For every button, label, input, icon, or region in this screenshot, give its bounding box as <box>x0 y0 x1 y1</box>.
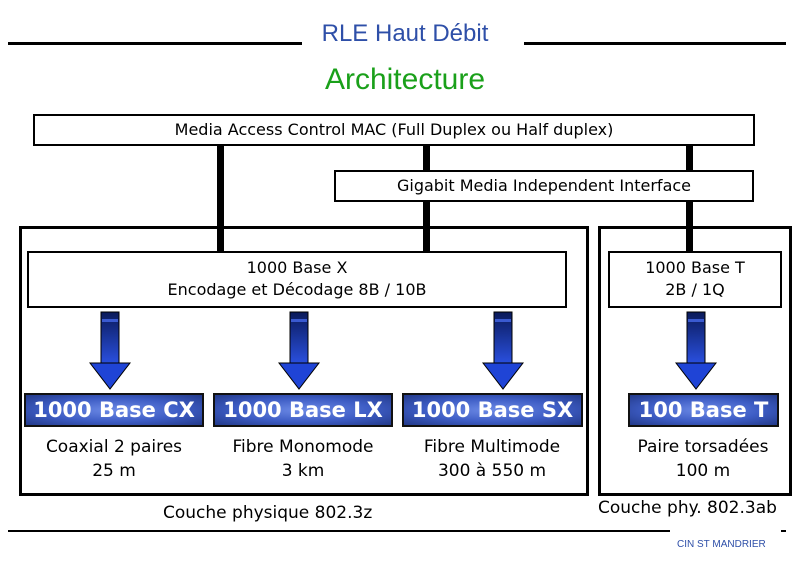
media-1000-base-cx: 1000 Base CX <box>24 393 204 427</box>
media-desc-line: Fibre Monomode <box>232 437 374 457</box>
media-desc-lx: Fibre Monomode 3 km <box>213 435 393 483</box>
arrow-down-icon <box>88 311 132 390</box>
media-100-base-t: 100 Base T <box>628 393 779 427</box>
media-desc-line: Fibre Multimode <box>423 437 561 457</box>
footer-rule-tick <box>781 530 786 532</box>
media-1000-base-lx: 1000 Base LX <box>213 393 393 427</box>
media-desc-cx: Coaxial 2 paires 25 m <box>24 435 204 483</box>
media-desc-line: Paire torsadées <box>637 437 769 457</box>
arrow-down-icon <box>481 311 525 390</box>
brand-label: CIN ST MANDRIER <box>677 539 766 550</box>
base-x-title: 1000 Base X <box>246 258 348 277</box>
gmii-layer-box: Gigabit Media Independent Interface <box>334 170 754 202</box>
base-t-box: 1000 Base T 2B / 1Q <box>608 251 782 308</box>
media-1000-base-sx: 1000 Base SX <box>402 393 583 427</box>
base-t-title: 1000 Base T <box>645 258 745 277</box>
base-x-encoding: Encodage et Décodage 8B / 10B <box>167 280 427 299</box>
base-x-box: 1000 Base X Encodage et Décodage 8B / 10… <box>27 251 567 308</box>
section-title: Architecture <box>324 63 486 96</box>
mac-layer-box: Media Access Control MAC (Full Duplex ou… <box>33 114 755 146</box>
footer-rule <box>8 530 670 532</box>
header-rule-right <box>524 42 786 45</box>
arrow-down-icon <box>674 311 718 390</box>
media-desc-line: 100 m <box>675 461 731 481</box>
media-desc-line: 300 à 550 m <box>437 461 547 481</box>
mac-layer-label: Media Access Control MAC (Full Duplex ou… <box>174 120 614 139</box>
footer-802-3ab: Couche phy. 802.3ab <box>598 498 777 518</box>
base-t-encoding: 2B / 1Q <box>665 280 725 299</box>
connector-mac-gmii-right <box>686 144 693 172</box>
media-desc-line: Coaxial 2 paires <box>45 437 183 457</box>
footer-802-3z: Couche physique 802.3z <box>163 503 373 523</box>
media-desc-line: 3 km <box>281 461 325 481</box>
gmii-layer-label: Gigabit Media Independent Interface <box>396 176 692 195</box>
connector-mac-gmii-left <box>423 144 430 172</box>
arrow-down-icon <box>277 311 321 390</box>
media-desc-sx: Fibre Multimode 300 à 550 m <box>396 435 588 483</box>
media-desc-line: 25 m <box>92 461 136 481</box>
media-desc-t: Paire torsadées 100 m <box>610 435 796 483</box>
